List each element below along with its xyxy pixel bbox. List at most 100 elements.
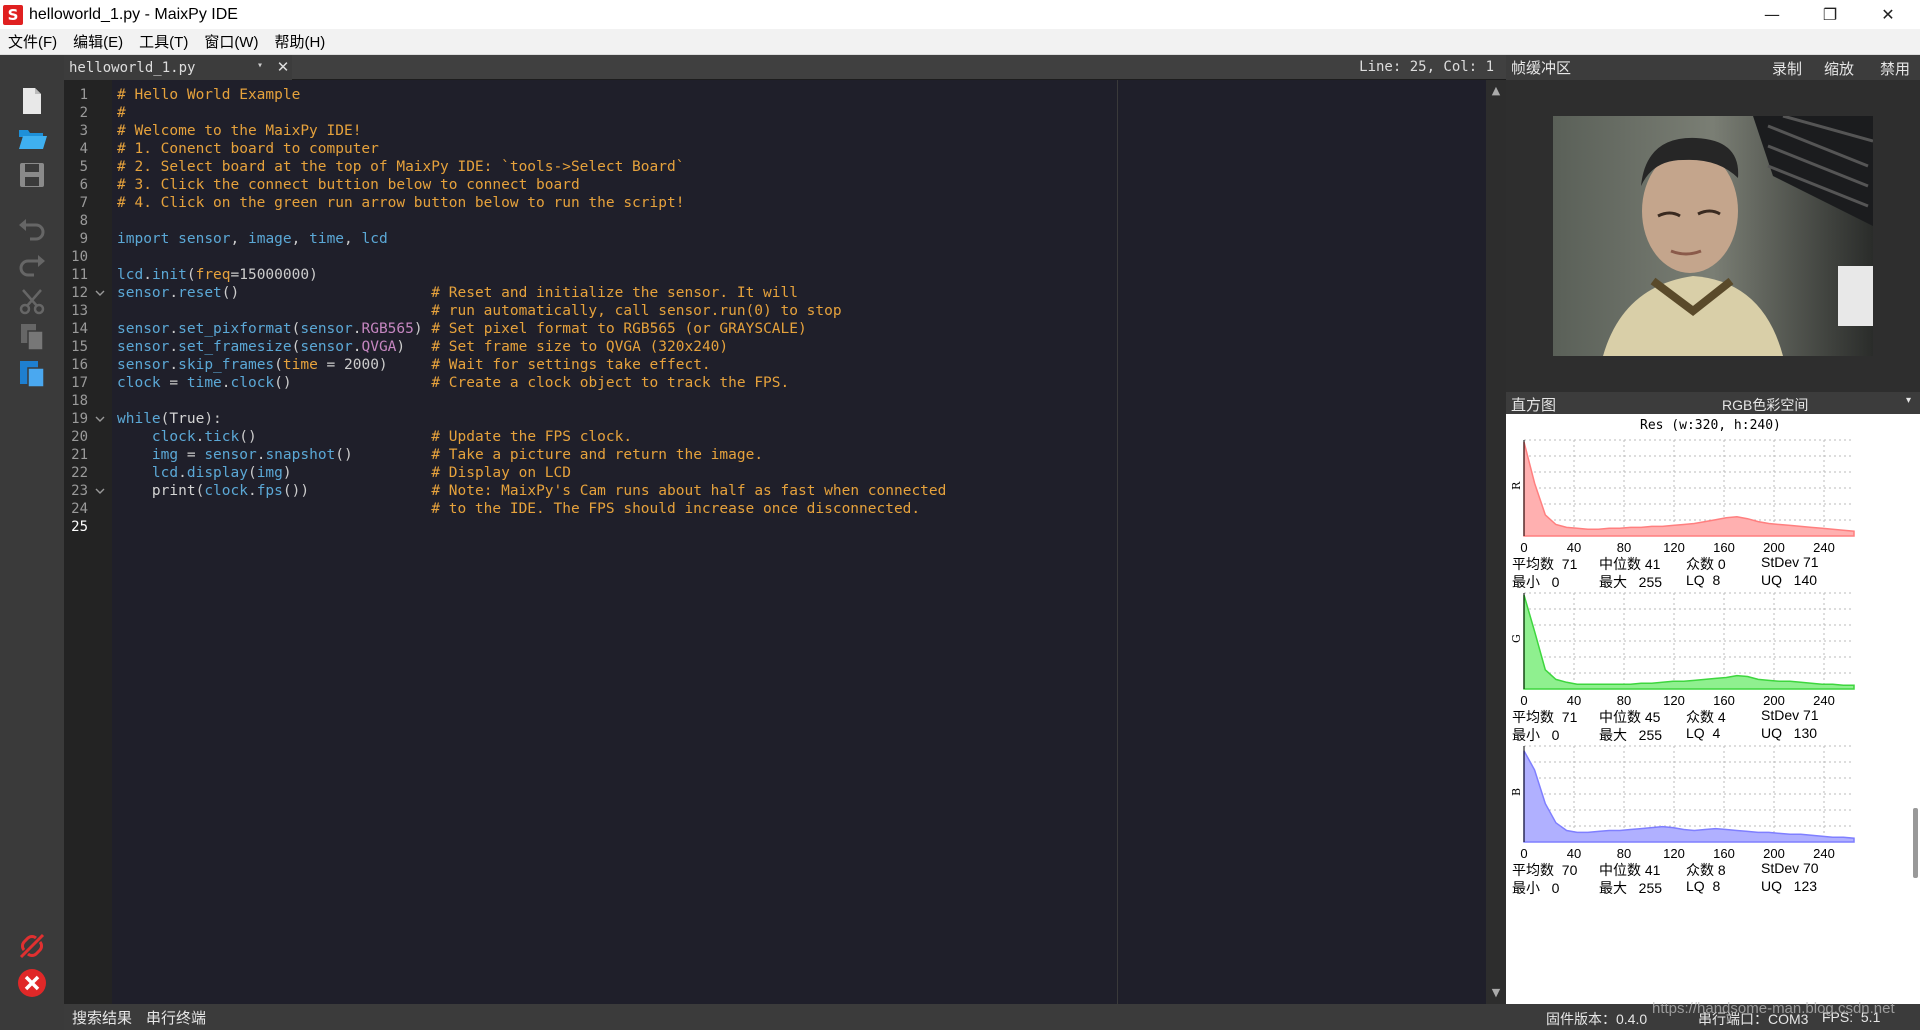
zoom-button[interactable]: 缩放 bbox=[1824, 58, 1854, 79]
x-tick-label: 40 bbox=[1567, 846, 1581, 860]
x-tick-label: 160 bbox=[1713, 693, 1735, 707]
cursor-position: Line: 25, Col: 1 bbox=[1359, 59, 1494, 75]
histogram-title: 直方图 bbox=[1511, 397, 1557, 414]
code-line[interactable]: # Hello World Example bbox=[117, 86, 300, 104]
menu-window[interactable]: 窗口(W) bbox=[196, 31, 266, 52]
code-line[interactable]: # 3. Click the connect buttion below to … bbox=[117, 176, 580, 194]
framebuffer-title: 帧缓冲区 bbox=[1511, 60, 1572, 77]
stat-value: LQ 4 bbox=[1686, 725, 1721, 741]
panel-scrollbar[interactable] bbox=[1913, 808, 1918, 878]
stat-value: UQ 140 bbox=[1761, 572, 1818, 588]
stat-value: UQ 130 bbox=[1761, 725, 1818, 741]
tab-serial-terminal[interactable]: 串行终端 bbox=[146, 1007, 206, 1028]
code-editor[interactable]: # Hello World Example # # Welcome to the M… bbox=[112, 80, 1486, 1004]
stat-value: StDev 70 bbox=[1761, 860, 1819, 876]
code-line[interactable]: lcd.init(freq=15000000) bbox=[117, 266, 318, 284]
disconnect-icon[interactable] bbox=[16, 930, 48, 962]
window-title: helloworld_1.py - MaixPy IDE bbox=[29, 5, 238, 23]
line-number: 11 bbox=[71, 267, 88, 283]
stat-value: 众数 0 bbox=[1686, 556, 1726, 572]
tab-search-results[interactable]: 搜索结果 bbox=[72, 1007, 132, 1028]
histogram-r-stats: 平均数 71 中位数 41 众数 0 StDev 71 最小 0 最大 255 LQ 8 UQ… bbox=[1506, 554, 1920, 594]
stop-icon[interactable] bbox=[16, 967, 48, 999]
open-folder-icon[interactable] bbox=[16, 122, 48, 154]
stat-value: LQ 8 bbox=[1686, 572, 1721, 588]
code-line[interactable]: # 4. Click on the green run arrow button… bbox=[117, 194, 684, 212]
x-tick-label: 120 bbox=[1663, 846, 1685, 860]
paste-icon[interactable] bbox=[16, 357, 48, 389]
line-number: 23 bbox=[71, 483, 88, 499]
fold-arrow-icon[interactable] bbox=[95, 414, 105, 424]
code-line[interactable]: # bbox=[117, 104, 126, 122]
code-line[interactable]: # to the IDE. The FPS should increase on… bbox=[117, 500, 920, 518]
menu-edit[interactable]: 编辑(E) bbox=[65, 31, 131, 52]
line-number: 22 bbox=[71, 465, 88, 481]
stat-value: UQ 123 bbox=[1761, 878, 1818, 894]
resolution-label: Res (w:320, h:240) bbox=[1640, 418, 1781, 433]
histogram-b-chart: B 0 40 80 120 160 200 240 bbox=[1510, 745, 1855, 860]
file-tab[interactable]: helloworld_1.py ▾ bbox=[64, 55, 292, 80]
x-tick-label: 200 bbox=[1763, 846, 1785, 860]
watermark: https://handsome-man.blog.csdn.net bbox=[1652, 1000, 1895, 1017]
scroll-down-icon[interactable]: ▼ bbox=[1490, 986, 1502, 999]
redo-icon[interactable] bbox=[16, 249, 48, 281]
line-number: 25 bbox=[71, 519, 88, 535]
x-tick-label: 40 bbox=[1567, 693, 1581, 707]
x-tick-label: 240 bbox=[1813, 846, 1835, 860]
colorspace-dropdown-icon[interactable]: ▾ bbox=[1906, 395, 1911, 406]
code-line[interactable]: # run automatically, call sensor.run(0) … bbox=[117, 302, 841, 320]
code-line[interactable]: import sensor, image, time, lcd bbox=[117, 230, 388, 248]
undo-icon[interactable] bbox=[16, 213, 48, 245]
colorspace-select[interactable]: RGB色彩空间 bbox=[1722, 395, 1808, 415]
code-line[interactable]: img = sensor.snapshot() # Take a picture… bbox=[117, 446, 763, 464]
new-file-icon[interactable] bbox=[16, 85, 48, 117]
x-tick-label: 120 bbox=[1663, 693, 1685, 707]
save-icon[interactable] bbox=[16, 159, 48, 191]
code-line[interactable]: sensor.skip_frames(time = 2000) # Wait f… bbox=[117, 356, 711, 374]
stat-value: StDev 71 bbox=[1761, 707, 1819, 723]
bottom-bar: 搜索结果 串行终端 bbox=[64, 1004, 1506, 1030]
line-number: 19 bbox=[71, 411, 88, 427]
disable-button[interactable]: 禁用 bbox=[1880, 58, 1910, 79]
code-line[interactable]: while(True): bbox=[117, 410, 222, 428]
fold-arrow-icon[interactable] bbox=[95, 486, 105, 496]
line-number: 9 bbox=[79, 231, 88, 247]
histogram-g-stats: 平均数 71 中位数 45 众数 4 StDev 71 最小 0 最大 255 LQ 4 UQ… bbox=[1506, 707, 1920, 747]
stat-value: 平均数 71 bbox=[1512, 709, 1578, 725]
minimize-button[interactable]: — bbox=[1744, 0, 1800, 29]
scroll-up-icon[interactable]: ▲ bbox=[1490, 84, 1502, 97]
code-line[interactable]: clock = time.clock() # Create a clock ob… bbox=[117, 374, 789, 392]
code-line[interactable]: # 2. Select board at the top of MaixPy I… bbox=[117, 158, 684, 176]
line-number: 2 bbox=[79, 105, 88, 121]
code-line[interactable]: sensor.set_framesize(sensor.QVGA) # Set … bbox=[117, 338, 728, 356]
cut-icon[interactable] bbox=[16, 285, 48, 317]
close-tab-button[interactable]: ✕ bbox=[274, 57, 292, 77]
code-line[interactable]: lcd.display(img) # Display on LCD bbox=[117, 464, 571, 482]
file-tab-dropdown-icon[interactable]: ▾ bbox=[257, 60, 263, 71]
line-number: 5 bbox=[79, 159, 88, 175]
fold-arrow-icon[interactable] bbox=[95, 288, 105, 298]
x-tick-label: 160 bbox=[1713, 540, 1735, 554]
code-line[interactable]: clock.tick() # Update the FPS clock. bbox=[117, 428, 632, 446]
editor-scrollbar[interactable]: ▲ ▼ bbox=[1486, 80, 1506, 1004]
stat-value: 众数 4 bbox=[1686, 709, 1726, 725]
camera-frame-image bbox=[1553, 116, 1873, 356]
maximize-button[interactable]: ❐ bbox=[1802, 0, 1858, 29]
menu-tools[interactable]: 工具(T) bbox=[131, 31, 196, 52]
code-line[interactable]: # Welcome to the MaixPy IDE! bbox=[117, 122, 361, 140]
code-line[interactable]: sensor.set_pixformat(sensor.RGB565) # Se… bbox=[117, 320, 807, 338]
right-panel: 帧缓冲区 录制 缩放 禁用 直方图 RGB色彩空间 ▾ Res (w:320, … bbox=[1506, 55, 1920, 1030]
menu-help[interactable]: 帮助(H) bbox=[266, 31, 333, 52]
menu-file[interactable]: 文件(F) bbox=[0, 31, 65, 52]
record-button[interactable]: 录制 bbox=[1772, 58, 1802, 79]
line-number-gutter: 1 2 3 4 5 6 7 8 9 10 11 12 13 14 15 16 17 18 19 20 21 22 23 24 2… bbox=[64, 80, 112, 1004]
code-line[interactable]: print(clock.fps()) # Note: MaixPy's Cam … bbox=[117, 482, 946, 500]
stat-value: 中位数 41 bbox=[1599, 556, 1661, 572]
copy-icon[interactable] bbox=[16, 321, 48, 353]
line-number: 12 bbox=[71, 285, 88, 301]
histogram-r-chart: R 0 40 80 120 160 200 240 bbox=[1510, 439, 1855, 554]
code-line[interactable]: sensor.reset() # Reset and initialize th… bbox=[117, 284, 798, 302]
close-window-button[interactable]: ✕ bbox=[1860, 0, 1916, 29]
code-line[interactable]: # 1. Conenct board to computer bbox=[117, 140, 379, 158]
x-tick-label: 200 bbox=[1763, 540, 1785, 554]
